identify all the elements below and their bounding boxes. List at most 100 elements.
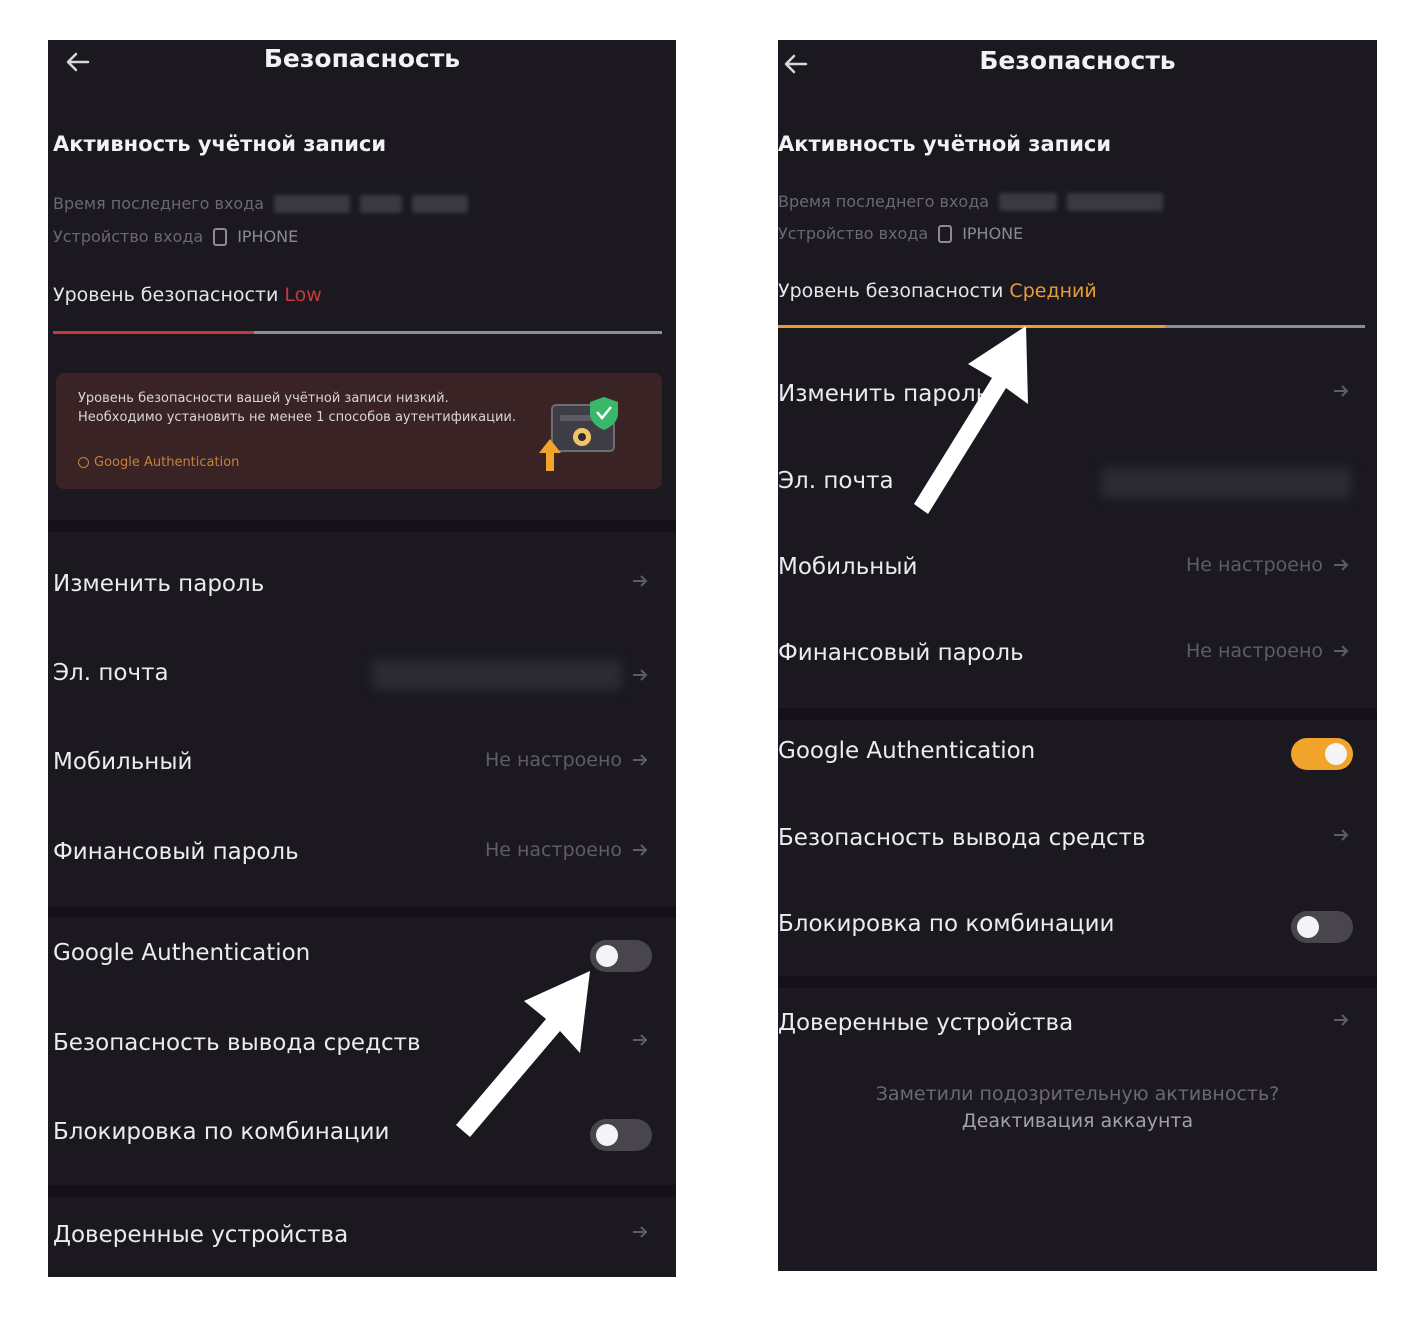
chevron-right-arrow-icon	[1334, 645, 1349, 657]
trusted-devices-label: Доверенные устройства	[778, 1010, 1074, 1036]
financial-password-row[interactable]: Финансовый пароль Не настроено	[778, 626, 1377, 686]
security-alert-link[interactable]: Google Authentication	[78, 455, 239, 470]
withdrawal-security-label: Безопасность вывода средств	[778, 825, 1146, 851]
email-label: Эл. почта	[778, 468, 894, 494]
security-level-value: Low	[284, 284, 322, 306]
shield-check-icon	[539, 397, 618, 471]
change-password-row[interactable]: Изменить пароль	[778, 367, 1377, 427]
change-password-right	[630, 571, 650, 591]
account-activity-heading: Активность учётной записи	[778, 132, 1112, 156]
google-auth-row: Google Authentication	[778, 724, 1377, 784]
mobile-right: Не настроено	[485, 749, 650, 771]
financial-password-right: Не настроено	[1186, 640, 1351, 662]
chevron-right-arrow-icon	[633, 1226, 648, 1238]
mobile-row[interactable]: Мобильный Не настроено	[48, 735, 676, 795]
trusted-devices-row[interactable]: Доверенные устройства	[778, 996, 1377, 1056]
financial-password-label: Финансовый пароль	[778, 640, 1024, 666]
chevron-right-arrow-icon	[633, 1034, 648, 1046]
login-device-value: IPHONE	[237, 227, 299, 246]
annotation-arrow-icon	[456, 971, 590, 1137]
trusted-devices-row[interactable]: Доверенные устройства	[48, 1208, 676, 1268]
chevron-right-arrow-icon	[633, 844, 648, 856]
suspicious-activity-question: Заметили подозрительную активность?	[875, 1083, 1280, 1105]
chevron-right-arrow-icon	[1334, 829, 1349, 841]
chevron-right-arrow-icon	[1334, 1014, 1349, 1026]
chevron-right-arrow-icon	[633, 669, 648, 681]
security-alert-link-label: Google Authentication	[94, 455, 240, 470]
financial-password-right: Не настроено	[485, 839, 650, 861]
google-auth-toggle[interactable]	[1291, 738, 1353, 770]
google-auth-label: Google Authentication	[53, 940, 311, 966]
mobile-status: Не настроено	[484, 749, 622, 771]
trusted-devices-label: Доверенные устройства	[53, 1222, 349, 1248]
last-login-date-blurred	[274, 194, 351, 213]
security-level-label: Уровень безопасности	[778, 280, 1004, 302]
right-phone-screen: Безопасность Активность учётной записи В…	[778, 40, 1377, 1271]
mobile-label: Мобильный	[778, 554, 918, 580]
toggle-knob	[596, 945, 618, 967]
security-level-row: Уровень безопасности Средний	[778, 280, 1097, 302]
trusted-devices-right	[1331, 1010, 1351, 1030]
security-level-bar-fill	[53, 331, 254, 334]
login-device-label: Устройство входа	[778, 224, 929, 243]
withdrawal-security-row[interactable]: Безопасность вывода средств	[778, 811, 1377, 871]
last-login-time-blurred	[1067, 192, 1164, 211]
last-login-row: Время последнего входа	[53, 194, 469, 213]
mobile-row[interactable]: Мобильный Не настроено	[778, 540, 1377, 600]
section-divider	[48, 906, 676, 918]
withdrawal-security-right	[1331, 825, 1351, 845]
email-label: Эл. почта	[53, 660, 169, 686]
email-value-blurred	[1101, 468, 1351, 498]
chevron-right-arrow-icon	[633, 754, 648, 766]
chevron-right-arrow-icon	[633, 575, 648, 587]
section-divider	[48, 520, 676, 532]
security-level-label: Уровень безопасности	[53, 284, 279, 306]
mobile-status: Не настроено	[1185, 554, 1323, 576]
financial-password-status: Не настроено	[1185, 640, 1323, 662]
security-level-bar	[53, 331, 662, 334]
deactivate-account-link[interactable]: Деактивация аккаунта	[778, 1110, 1377, 1132]
security-level-value: Средний	[1009, 280, 1097, 302]
mobile-right: Не настроено	[1186, 554, 1351, 576]
page-title: Безопасность	[979, 46, 1176, 75]
pattern-lock-label: Блокировка по комбинации	[778, 911, 1115, 937]
withdrawal-security-right	[630, 1030, 650, 1050]
pattern-lock-row: Блокировка по комбинации	[778, 897, 1377, 957]
section-divider	[778, 708, 1377, 720]
last-login-label: Время последнего входа	[778, 192, 990, 211]
toggle-knob	[1297, 916, 1319, 938]
section-divider	[778, 976, 1377, 988]
left-phone-screen: Безопасность Активность учётной записи В…	[48, 40, 676, 1277]
security-alert-card: Уровень безопасности вашей учётной запис…	[56, 373, 662, 489]
login-device-row: Устройство входа IPHONE	[53, 227, 298, 246]
mobile-label: Мобильный	[53, 749, 193, 775]
chevron-right-arrow-icon	[1334, 385, 1349, 397]
pattern-lock-label: Блокировка по комбинации	[53, 1119, 390, 1145]
security-level-bar	[778, 325, 1365, 328]
financial-password-status: Не настроено	[484, 839, 622, 861]
email-row[interactable]: Эл. почта	[778, 454, 1377, 514]
pattern-lock-toggle[interactable]	[1291, 911, 1353, 943]
google-auth-label: Google Authentication	[778, 738, 1036, 764]
email-value-blurred	[372, 660, 622, 690]
email-right	[1101, 468, 1351, 498]
security-alert-text: Уровень безопасности вашей учётной запис…	[78, 391, 516, 425]
last-login-row: Время последнего входа	[778, 192, 1164, 211]
change-password-row[interactable]: Изменить пароль	[48, 557, 676, 617]
section-divider	[48, 1185, 676, 1197]
trusted-devices-right	[630, 1222, 650, 1242]
last-login-label: Время последнего входа	[53, 194, 265, 213]
page-title: Безопасность	[263, 44, 461, 73]
last-login-time-blurred	[360, 194, 403, 213]
change-password-label: Изменить пароль	[53, 571, 265, 597]
email-right	[372, 660, 650, 690]
login-device-row: Устройство входа IPHONE	[778, 224, 1023, 243]
financial-password-label: Финансовый пароль	[53, 839, 299, 865]
email-row[interactable]: Эл. почта	[48, 646, 676, 706]
phone-icon	[938, 224, 953, 243]
last-login-extra-blurred	[412, 194, 469, 213]
annotation-arrow-icon	[914, 326, 1028, 514]
security-level-row: Уровень безопасности Low	[53, 284, 322, 306]
financial-password-row[interactable]: Финансовый пароль Не настроено	[48, 825, 676, 885]
phone-icon	[213, 227, 228, 246]
